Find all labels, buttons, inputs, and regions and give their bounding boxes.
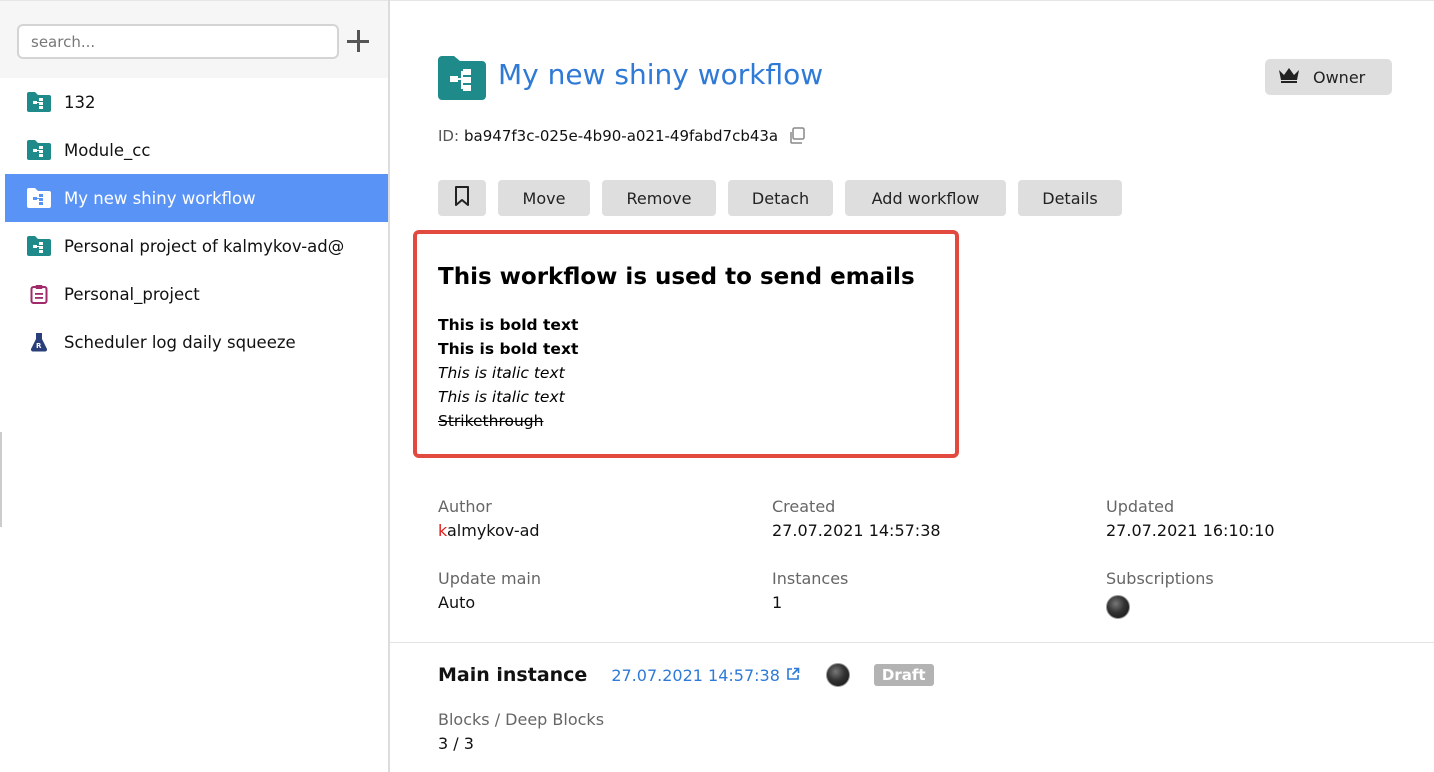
status-badge: Draft <box>873 664 934 686</box>
search-input[interactable] <box>17 24 339 59</box>
blocks-label: Blocks / Deep Blocks <box>438 710 605 729</box>
author-value[interactable]: kalmykov-ad <box>438 519 540 543</box>
workflow-folder-icon <box>27 235 51 257</box>
svg-text:R: R <box>36 342 42 350</box>
main-panel: My new shiny workflow Owner ID: ba947f3c… <box>390 0 1434 772</box>
subscriptions-label: Subscriptions <box>1106 569 1214 588</box>
section-divider <box>390 642 1434 643</box>
description-bold-line: This is bold text <box>438 340 579 358</box>
instances-value: 1 <box>772 593 783 612</box>
created-field: Created 27.07.2021 14:57:38 <box>772 495 941 543</box>
description-box: This workflow is used to send emails Thi… <box>413 230 959 458</box>
updated-label: Updated <box>1106 497 1175 516</box>
subscriptions-field: Subscriptions <box>1106 567 1214 619</box>
update-main-label: Update main <box>438 569 542 588</box>
detach-button[interactable]: Detach <box>728 180 833 216</box>
copy-icon[interactable] <box>788 127 806 145</box>
tree-item-module-cc[interactable]: Module_cc <box>5 126 388 174</box>
sidebar: 132 Module_cc My new shiny workflow Pers… <box>0 0 388 772</box>
main-instance-link[interactable]: 27.07.2021 14:57:38 <box>611 666 800 685</box>
description-strike-line: Strikethrough <box>438 412 544 430</box>
description-title: This workflow is used to send emails <box>438 264 915 290</box>
crown-icon <box>1278 67 1300 87</box>
flask-icon: R <box>27 331 51 353</box>
tree-item-label: My new shiny workflow <box>64 188 256 208</box>
move-button[interactable]: Move <box>498 180 590 216</box>
bookmark-button[interactable] <box>438 180 486 216</box>
avatar[interactable] <box>1106 595 1130 619</box>
description-italic-line: This is italic text <box>438 388 565 406</box>
owner-label: Owner <box>1313 67 1366 87</box>
id-row: ID: ba947f3c-025e-4b90-a021-49fabd7cb43a <box>438 127 806 145</box>
remove-button[interactable]: Remove <box>602 180 716 216</box>
update-main-field: Update main Auto <box>438 567 541 615</box>
tree-item-132[interactable]: 132 <box>5 78 388 126</box>
tree-item-label: Personal_project <box>64 284 200 304</box>
author-initial: k <box>438 521 447 540</box>
tree-item-my-new-shiny-workflow[interactable]: My new shiny workflow <box>5 174 388 222</box>
tree-item-label: 132 <box>64 92 96 112</box>
author-label: Author <box>438 497 492 516</box>
main-instance-row: Main instance 27.07.2021 14:57:38 Draft <box>438 663 934 687</box>
avatar[interactable] <box>825 663 850 687</box>
external-link-icon <box>786 666 800 685</box>
description-bold-line: This is bold text <box>438 316 579 334</box>
blocks-value: 3 / 3 <box>438 734 474 753</box>
main-instance-title: Main instance <box>438 664 588 686</box>
description-italic-line: This is italic text <box>438 364 565 382</box>
created-label: Created <box>772 497 836 516</box>
page-title: My new shiny workflow <box>498 58 824 91</box>
update-main-value: Auto <box>438 593 476 612</box>
details-button[interactable]: Details <box>1018 180 1122 216</box>
workflow-icon <box>438 56 486 100</box>
description-body: This is bold text This is bold text This… <box>438 313 578 433</box>
created-value: 27.07.2021 14:57:38 <box>772 521 941 540</box>
tree-item-scheduler-log[interactable]: R Scheduler log daily squeeze <box>5 318 388 366</box>
workflow-folder-icon <box>27 91 51 113</box>
author-field: Author kalmykov-ad <box>438 495 540 543</box>
author-name-rest: almykov-ad <box>446 521 540 540</box>
updated-value: 27.07.2021 16:10:10 <box>1106 521 1275 540</box>
blocks-field: Blocks / Deep Blocks 3 / 3 <box>438 708 604 756</box>
tree-item-label: Module_cc <box>64 140 151 160</box>
updated-field: Updated 27.07.2021 16:10:10 <box>1106 495 1275 543</box>
workflow-folder-icon <box>27 187 51 209</box>
tree-item-label: Personal project of kalmykov-ad@ <box>64 236 345 256</box>
toolbar: Move Remove Detach Add workflow Details <box>438 180 1134 216</box>
clipboard-icon <box>27 283 51 305</box>
workflow-folder-icon <box>27 139 51 161</box>
project-tree: 132 Module_cc My new shiny workflow Pers… <box>5 78 388 366</box>
owner-button[interactable]: Owner <box>1265 59 1392 95</box>
tree-item-personal-project[interactable]: Personal_project <box>5 270 388 318</box>
id-label: ID: <box>438 127 460 145</box>
id-value: ba947f3c-025e-4b90-a021-49fabd7cb43a <box>464 127 779 145</box>
instances-label: Instances <box>772 569 849 588</box>
sidebar-search-area <box>0 1 388 78</box>
left-edge-handle <box>0 432 2 527</box>
bookmark-icon <box>454 186 470 210</box>
add-workflow-button[interactable]: Add workflow <box>845 180 1006 216</box>
main-instance-link-text: 27.07.2021 14:57:38 <box>611 665 780 685</box>
tree-item-personal-project-kalmykov[interactable]: Personal project of kalmykov-ad@ <box>5 222 388 270</box>
instances-field: Instances 1 <box>772 567 848 615</box>
tree-item-label: Scheduler log daily squeeze <box>64 332 296 352</box>
add-button[interactable] <box>344 27 372 55</box>
